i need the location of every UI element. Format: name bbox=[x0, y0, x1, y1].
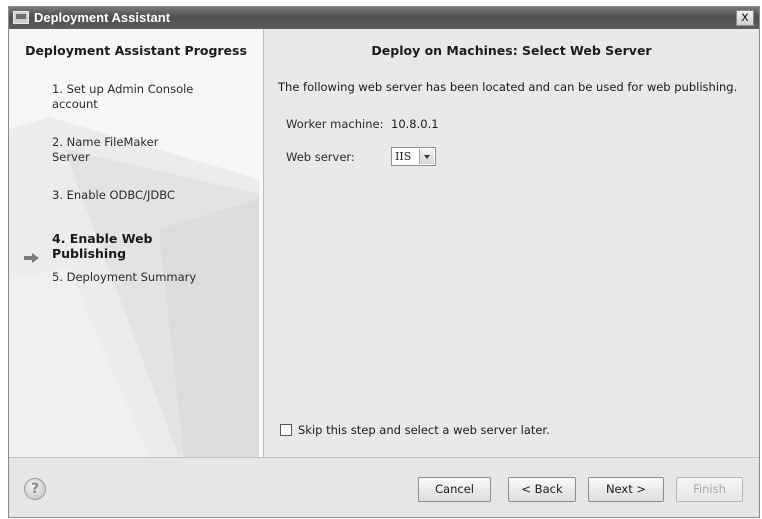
worker-machine-value: 10.8.0.1 bbox=[391, 117, 439, 131]
skip-step-checkbox[interactable] bbox=[280, 424, 292, 436]
step-item-deployment-summary: 5. Deployment Summary bbox=[52, 270, 222, 285]
help-icon[interactable]: ? bbox=[24, 478, 46, 500]
close-button[interactable]: x bbox=[736, 10, 754, 26]
step-label-line1: 2. Name FileMaker bbox=[52, 135, 159, 149]
page-title: Deploy on Machines: Select Web Server bbox=[371, 43, 652, 58]
worker-machine-label: Worker machine: bbox=[286, 117, 384, 131]
step-item-admin-console: 1. Set up Admin Console account bbox=[52, 82, 222, 112]
step-item-odbc-jdbc: 3. Enable ODBC/JDBC bbox=[52, 188, 222, 203]
step-label-line2: account bbox=[52, 97, 98, 111]
back-button[interactable]: < Back bbox=[508, 477, 576, 502]
button-bar: ? Cancel < Back Next > Finish bbox=[9, 457, 759, 517]
main-panel: Deploy on Machines: Select Web Server Th… bbox=[264, 29, 759, 457]
step-label-line1: 5. Deployment Summary bbox=[52, 270, 197, 284]
chevron-down-icon[interactable] bbox=[419, 149, 434, 164]
app-window-icon bbox=[13, 11, 29, 24]
deployment-assistant-window: Deployment Assistant x Deployment Assist… bbox=[8, 6, 760, 518]
web-server-selected-value: IIS bbox=[395, 150, 412, 163]
web-server-select[interactable]: IIS bbox=[391, 147, 436, 166]
web-server-label: Web server: bbox=[286, 150, 355, 164]
step-label-line2: Server bbox=[52, 150, 90, 164]
step-item-name-server: 2. Name FileMaker Server bbox=[52, 135, 222, 165]
step-item-web-publishing: 4. Enable Web Publishing bbox=[52, 231, 222, 261]
next-button[interactable]: Next > bbox=[588, 477, 664, 502]
right-arrow-icon bbox=[24, 253, 39, 263]
progress-sidebar: Deployment Assistant Progress 1. Set up … bbox=[9, 29, 264, 457]
description-text: The following web server has been locate… bbox=[278, 80, 738, 94]
title-bar: Deployment Assistant x bbox=[9, 7, 759, 29]
window-title: Deployment Assistant bbox=[34, 10, 171, 25]
step-label-line1: 4. Enable Web Publishing bbox=[52, 231, 153, 261]
progress-heading: Deployment Assistant Progress bbox=[25, 43, 247, 58]
cancel-button[interactable]: Cancel bbox=[418, 477, 491, 502]
finish-button[interactable]: Finish bbox=[676, 477, 743, 502]
step-label-line1: 3. Enable ODBC/JDBC bbox=[52, 188, 175, 202]
skip-step-label[interactable]: Skip this step and select a web server l… bbox=[298, 423, 550, 437]
step-label-line1: 1. Set up Admin Console bbox=[52, 82, 194, 96]
